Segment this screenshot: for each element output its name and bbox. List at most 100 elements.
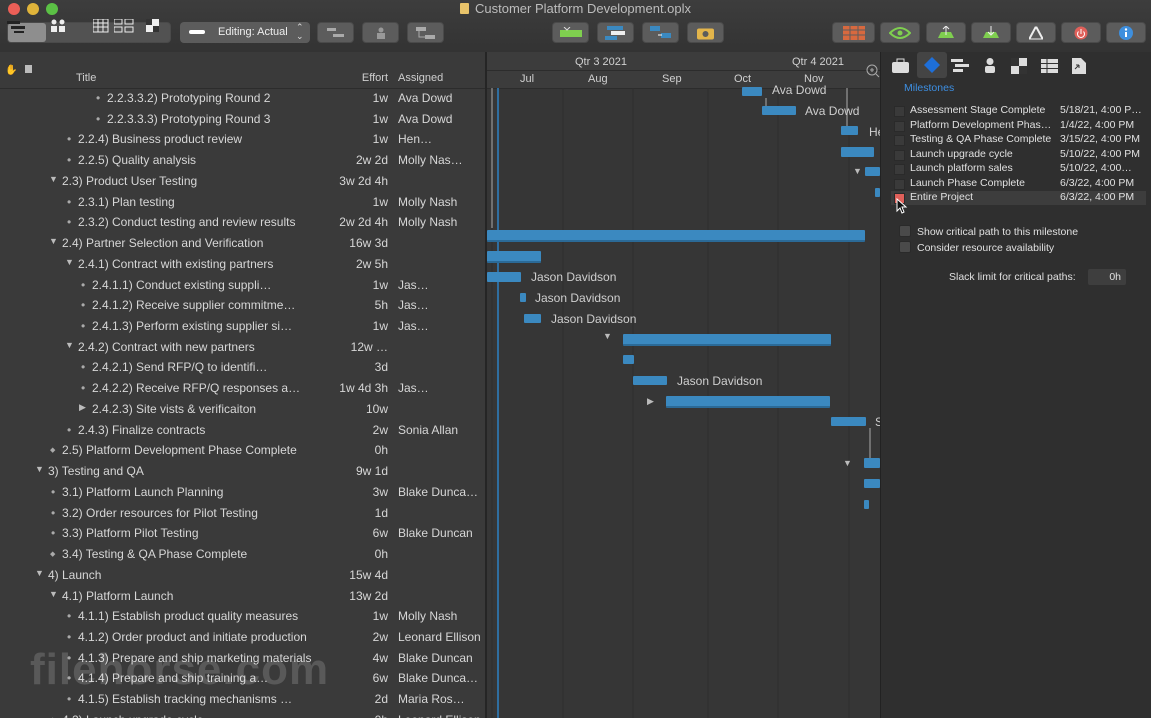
task-effort[interactable]: 0h <box>375 713 388 718</box>
milestones-tab[interactable] <box>917 52 947 78</box>
task-effort[interactable]: 16w 3d <box>349 236 388 250</box>
disclosure-triangle-icon[interactable]: ▼ <box>49 236 58 246</box>
milestone-row[interactable]: Platform Development Phas… 1/4/22, 4:00 P… <box>891 119 1146 133</box>
task-title[interactable]: 2.5) Platform Development Phase Complete <box>62 443 360 457</box>
disclosure-triangle-icon[interactable]: ▼ <box>49 174 58 184</box>
disclosure-triangle-icon[interactable]: ▼ <box>65 340 74 350</box>
task-assigned[interactable]: Leonard Ellison <box>398 713 482 718</box>
task-title[interactable]: 2.4.2) Contract with new partners <box>78 340 360 354</box>
consider-resource-checkbox[interactable]: Consider resource availability <box>899 241 1054 254</box>
assigned-column-header[interactable]: Assigned <box>398 72 443 84</box>
task-effort[interactable]: 1d <box>375 506 388 520</box>
gantt-task-bar[interactable] <box>742 87 762 96</box>
task-title[interactable]: 2.4.1.1) Conduct existing suppli… <box>92 278 360 292</box>
inspector-toggle-button[interactable] <box>1106 22 1146 43</box>
task-assigned[interactable]: Sonia Allan <box>398 423 482 437</box>
gantt-task-bar[interactable] <box>864 479 880 488</box>
task-effort[interactable]: 0h <box>375 443 388 457</box>
gantt-task-bar[interactable] <box>864 500 869 509</box>
gantt-task-bar[interactable] <box>487 272 521 282</box>
task-effort[interactable]: 3d <box>375 360 388 374</box>
task-effort[interactable]: 2w <box>373 630 388 644</box>
task-assigned[interactable]: Leonard Ellison <box>398 630 482 644</box>
gantt-task-bar[interactable] <box>841 126 858 135</box>
gantt-task-bar[interactable] <box>865 167 880 176</box>
task-effort[interactable]: 2w 2d <box>356 153 388 167</box>
task-effort[interactable]: 1w <box>373 278 388 292</box>
milestone-row[interactable]: Launch platform sales 5/10/22, 4:00… <box>891 162 1146 176</box>
gantt-task-bar[interactable] <box>666 396 830 408</box>
milestone-checkbox[interactable] <box>894 178 905 190</box>
gantt-task-bar[interactable] <box>520 293 526 302</box>
outline-row[interactable]: ▶ 2.4.2.3) Site vists & verificaiton 10w <box>0 399 485 419</box>
task-effort[interactable]: 1w 4d 3h <box>339 381 388 395</box>
reschedule-button[interactable] <box>642 22 679 43</box>
task-assigned[interactable]: Molly Nash <box>398 215 482 229</box>
task-effort[interactable]: 0h <box>375 547 388 561</box>
resource-view-button[interactable] <box>49 19 87 42</box>
disclosure-triangle-icon[interactable]: ▼ <box>603 331 612 341</box>
task-effort[interactable]: 2d <box>375 692 388 706</box>
outline-row[interactable]: • 2.3.2) Conduct testing and review resul… <box>0 212 485 232</box>
slack-limit-field[interactable]: 0h <box>1088 269 1126 285</box>
task-effort[interactable]: 5h <box>375 298 388 312</box>
title-column-header[interactable]: Title <box>76 72 96 84</box>
outline-row[interactable]: • 2.4.1.3) Perform existing supplier si… 1… <box>0 316 485 336</box>
outline-row[interactable]: • 2.4.1.1) Conduct existing suppli… 1w Jas… <box>0 275 485 295</box>
outline-row[interactable]: • 3.3) Platform Pilot Testing 6w Blake Dunc… <box>0 523 485 543</box>
task-title[interactable]: 2.4.3) Finalize contracts <box>78 423 360 437</box>
task-tab-icon[interactable] <box>951 59 969 73</box>
outline-row[interactable]: ▼ 2.4.1) Contract with existing partners 2… <box>0 254 485 274</box>
outline-row[interactable]: ▼ 2.4.2) Contract with new partners 12w … <box>0 337 485 357</box>
task-title[interactable]: 2.4.1) Contract with existing partners <box>78 257 360 271</box>
task-title[interactable]: 3.2) Order resources for Pilot Testing <box>62 506 360 520</box>
task-title[interactable]: 4.1.1) Establish product quality measure… <box>78 609 360 623</box>
task-assigned[interactable]: Jas… <box>398 298 482 312</box>
task-assigned[interactable]: Ava Dowd <box>398 91 482 105</box>
network-view-button[interactable] <box>114 19 148 42</box>
task-title[interactable]: 2.2.4) Business product review <box>78 132 360 146</box>
task-assigned[interactable]: Molly Nash <box>398 609 482 623</box>
task-effort[interactable]: 6w <box>373 526 388 540</box>
disclosure-triangle-icon[interactable]: ▼ <box>65 257 74 267</box>
outline-row[interactable]: • 2.2.3.3.2) Prototyping Round 2 1w Ava Dow… <box>0 88 485 108</box>
connect-tasks-button[interactable] <box>407 22 444 43</box>
disclosure-triangle-icon[interactable]: ▼ <box>853 166 862 176</box>
disclosure-triangle-icon[interactable]: ▶ <box>647 396 654 407</box>
gantt-task-bar[interactable] <box>841 147 874 157</box>
violations-button[interactable] <box>1016 22 1056 43</box>
gantt-task-bar[interactable] <box>487 251 541 263</box>
task-title[interactable]: 3.1) Platform Launch Planning <box>62 485 360 499</box>
effort-column-header[interactable]: Effort <box>362 72 388 84</box>
task-effort[interactable]: 10w <box>366 402 388 416</box>
task-title[interactable]: 2.4.2.3) Site vists & verificaiton <box>92 402 360 416</box>
task-title[interactable]: 2.3) Product User Testing <box>62 174 360 188</box>
styles-tab-icon[interactable] <box>1011 58 1027 74</box>
task-assigned[interactable]: Molly Nash <box>398 195 482 209</box>
gantt-task-bar[interactable] <box>762 106 796 115</box>
task-title[interactable]: 2.4.1.2) Receive supplier commitme… <box>92 298 360 312</box>
task-view-button[interactable] <box>7 21 46 42</box>
outline-row[interactable]: ◆ 2.5) Platform Development Phase Complet… <box>0 440 485 460</box>
task-effort[interactable]: 1w <box>373 319 388 333</box>
snapshot-button[interactable] <box>687 22 724 43</box>
disclosure-triangle-icon[interactable]: ▶ <box>79 402 86 413</box>
outline-row[interactable]: ▼ 2.4) Partner Selection and Verification… <box>0 233 485 253</box>
catch-up-button[interactable] <box>597 22 634 43</box>
task-title[interactable]: 2.4.1.3) Perform existing supplier si… <box>92 319 360 333</box>
view-filter-button[interactable] <box>880 22 920 43</box>
assign-resource-button[interactable] <box>362 22 399 43</box>
task-title[interactable]: 2.4.2.2) Receive RFP/Q responses a… <box>92 381 360 395</box>
outline-row[interactable]: • 2.4.2.2) Receive RFP/Q responses a… 1w 4… <box>0 378 485 398</box>
project-tab-icon[interactable] <box>892 58 910 74</box>
task-effort[interactable]: 15w 4d <box>349 568 388 582</box>
zoom-icon[interactable] <box>866 64 880 78</box>
task-effort[interactable]: 6w <box>373 671 388 685</box>
disclosure-triangle-icon[interactable]: ▼ <box>843 458 852 468</box>
publish-button[interactable] <box>926 22 966 43</box>
task-effort[interactable]: 9w 1d <box>356 464 388 478</box>
outline-row[interactable]: • 2.2.4) Business product review 1w Hen… <box>0 129 485 149</box>
task-effort[interactable]: 4w <box>373 651 388 665</box>
task-title[interactable]: 2.2.5) Quality analysis <box>78 153 360 167</box>
track-changes-button[interactable] <box>832 22 875 43</box>
